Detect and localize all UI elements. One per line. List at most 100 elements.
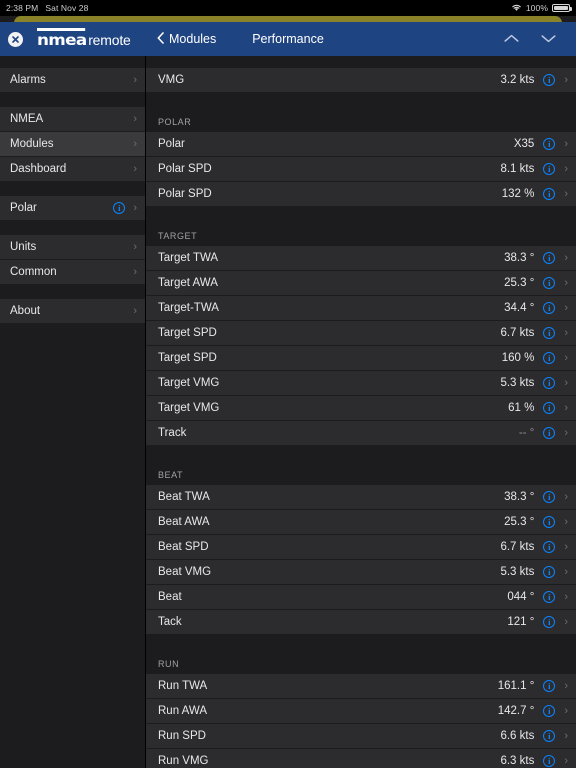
navigation-bar: nmea remote Modules Performance bbox=[0, 22, 576, 56]
table-row[interactable]: Beat AWA25.3 °i› bbox=[146, 510, 576, 535]
table-row[interactable]: Run SPD6.6 ktsi› bbox=[146, 724, 576, 749]
sidebar-item-about[interactable]: About› bbox=[0, 299, 145, 324]
info-circle-icon[interactable]: i bbox=[543, 277, 555, 289]
sidebar-item-polar[interactable]: Polari› bbox=[0, 196, 145, 221]
row-info-button[interactable]: i bbox=[543, 616, 555, 628]
row-info-button[interactable]: i bbox=[543, 74, 555, 86]
sidebar-item-units[interactable]: Units› bbox=[0, 235, 145, 260]
table-row[interactable]: Target AWA25.3 °i› bbox=[146, 271, 576, 296]
table-row[interactable]: Track-- °i› bbox=[146, 421, 576, 446]
row-info-button[interactable]: i bbox=[543, 755, 555, 767]
chevron-right-icon: › bbox=[564, 592, 568, 603]
row-info-button[interactable]: i bbox=[543, 402, 555, 414]
row-info-button[interactable]: i bbox=[543, 377, 555, 389]
chevron-right-icon: › bbox=[133, 139, 137, 150]
table-row[interactable]: PolarX35i› bbox=[146, 132, 576, 157]
info-circle-icon[interactable]: i bbox=[543, 566, 555, 578]
table-row[interactable]: Tack121 °i› bbox=[146, 610, 576, 635]
table-row[interactable]: Target VMG61 %i› bbox=[146, 396, 576, 421]
row-value: 5.3 kts bbox=[500, 377, 534, 389]
table-row[interactable]: VMG3.2 ktsi› bbox=[146, 68, 576, 93]
row-info-button[interactable]: i bbox=[543, 277, 555, 289]
info-circle-icon[interactable]: i bbox=[543, 755, 555, 767]
table-row[interactable]: Beat SPD6.7 ktsi› bbox=[146, 535, 576, 560]
row-label: Target SPD bbox=[158, 327, 500, 339]
info-circle-icon[interactable]: i bbox=[543, 591, 555, 603]
row-value: 142.7 ° bbox=[498, 705, 535, 717]
sidebar-group-gap bbox=[0, 93, 145, 107]
row-value: X35 bbox=[514, 138, 534, 150]
table-row[interactable]: Run VMG6.3 ktsi› bbox=[146, 749, 576, 768]
table-row[interactable]: Beat VMG5.3 ktsi› bbox=[146, 560, 576, 585]
table-row[interactable]: Run AWA142.7 °i› bbox=[146, 699, 576, 724]
table-row[interactable]: Target VMG5.3 ktsi› bbox=[146, 371, 576, 396]
info-circle-icon[interactable]: i bbox=[543, 352, 555, 364]
info-circle-icon[interactable]: i bbox=[543, 138, 555, 150]
info-circle-icon[interactable]: i bbox=[543, 377, 555, 389]
info-circle-icon[interactable]: i bbox=[543, 74, 555, 86]
info-circle-icon[interactable]: i bbox=[543, 705, 555, 717]
row-info-button[interactable]: i bbox=[543, 730, 555, 742]
sidebar-item-info[interactable]: i bbox=[113, 202, 125, 214]
table-row[interactable]: Target SPD160 %i› bbox=[146, 346, 576, 371]
table-row[interactable]: Beat044 °i› bbox=[146, 585, 576, 610]
section-header-run: RUN bbox=[146, 649, 576, 674]
row-label: Target VMG bbox=[158, 377, 500, 389]
info-circle-icon[interactable]: i bbox=[543, 427, 555, 439]
row-info-button[interactable]: i bbox=[543, 327, 555, 339]
sidebar-item-alarms[interactable]: Alarms› bbox=[0, 68, 145, 93]
row-info-button[interactable]: i bbox=[543, 705, 555, 717]
info-circle-icon[interactable]: i bbox=[543, 491, 555, 503]
chevron-up-icon[interactable] bbox=[504, 30, 519, 48]
table-row[interactable]: Target-TWA34.4 °i› bbox=[146, 296, 576, 321]
row-label: Beat SPD bbox=[158, 541, 500, 553]
row-info-button[interactable]: i bbox=[543, 138, 555, 150]
chevron-right-icon: › bbox=[564, 164, 568, 175]
chevron-down-icon[interactable] bbox=[541, 30, 556, 48]
info-circle-icon[interactable]: i bbox=[543, 402, 555, 414]
table-row[interactable]: Beat TWA38.3 °i› bbox=[146, 485, 576, 510]
info-circle-icon[interactable]: i bbox=[113, 202, 125, 214]
info-circle-icon[interactable]: i bbox=[543, 616, 555, 628]
sidebar-item-common[interactable]: Common› bbox=[0, 260, 145, 285]
sidebar-item-modules[interactable]: Modules› bbox=[0, 132, 145, 157]
info-circle-icon[interactable]: i bbox=[543, 163, 555, 175]
table-row[interactable]: Target TWA38.3 °i› bbox=[146, 246, 576, 271]
row-info-button[interactable]: i bbox=[543, 541, 555, 553]
settings-sidebar[interactable]: Alarms› NMEA›Modules›Dashboard› Polari› Uni… bbox=[0, 56, 146, 768]
info-circle-icon[interactable]: i bbox=[543, 730, 555, 742]
info-circle-icon[interactable]: i bbox=[543, 188, 555, 200]
row-info-button[interactable]: i bbox=[543, 566, 555, 578]
table-row[interactable]: Polar SPD8.1 ktsi› bbox=[146, 157, 576, 182]
row-info-button[interactable]: i bbox=[543, 680, 555, 692]
info-circle-icon[interactable]: i bbox=[543, 252, 555, 264]
row-info-button[interactable]: i bbox=[543, 516, 555, 528]
info-circle-icon[interactable]: i bbox=[543, 680, 555, 692]
row-info-button[interactable]: i bbox=[543, 491, 555, 503]
close-circle-icon[interactable] bbox=[8, 32, 23, 47]
row-info-button[interactable]: i bbox=[543, 163, 555, 175]
table-row[interactable]: Polar SPD132 %i› bbox=[146, 182, 576, 207]
chevron-right-icon: › bbox=[564, 492, 568, 503]
row-value: 38.3 ° bbox=[504, 252, 534, 264]
info-circle-icon[interactable]: i bbox=[543, 302, 555, 314]
row-info-button[interactable]: i bbox=[543, 252, 555, 264]
row-label: Target AWA bbox=[158, 277, 504, 289]
row-label: Polar SPD bbox=[158, 163, 500, 175]
row-info-button[interactable]: i bbox=[543, 302, 555, 314]
info-circle-icon[interactable]: i bbox=[543, 541, 555, 553]
table-row[interactable]: Run TWA161.1 °i› bbox=[146, 674, 576, 699]
section-gap bbox=[146, 446, 576, 460]
row-info-button[interactable]: i bbox=[543, 427, 555, 439]
row-info-button[interactable]: i bbox=[543, 188, 555, 200]
sidebar-item-dashboard[interactable]: Dashboard› bbox=[0, 157, 145, 182]
row-info-button[interactable]: i bbox=[543, 591, 555, 603]
row-label: Target TWA bbox=[158, 252, 504, 264]
row-info-button[interactable]: i bbox=[543, 352, 555, 364]
sidebar-item-nmea[interactable]: NMEA› bbox=[0, 107, 145, 132]
performance-list[interactable]: VMG3.2 ktsi›POLARPolarX35i›Polar SPD8.1 … bbox=[146, 56, 576, 768]
back-button[interactable]: Modules bbox=[157, 32, 216, 47]
info-circle-icon[interactable]: i bbox=[543, 327, 555, 339]
table-row[interactable]: Target SPD6.7 ktsi› bbox=[146, 321, 576, 346]
info-circle-icon[interactable]: i bbox=[543, 516, 555, 528]
